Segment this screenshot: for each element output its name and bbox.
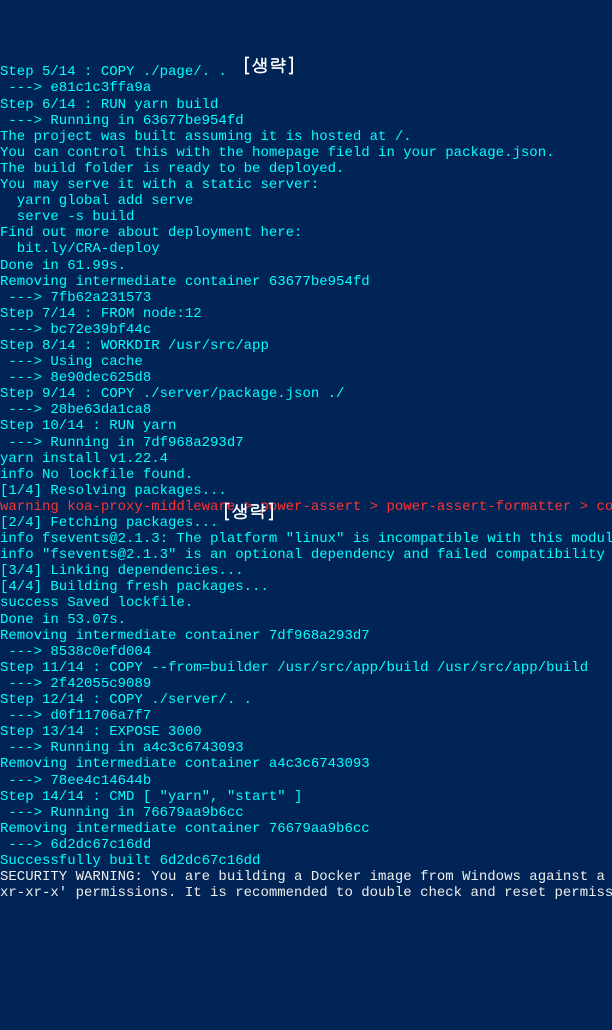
terminal-line: ---> 28be63da1ca8 <box>0 402 612 418</box>
terminal-line: You can control this with the homepage f… <box>0 145 612 161</box>
terminal-line: ---> bc72e39bf44c <box>0 322 612 338</box>
terminal-line: Step 13/14 : EXPOSE 3000 <box>0 724 612 740</box>
terminal-line: success Saved lockfile. <box>0 595 612 611</box>
terminal-line: ---> Using cache <box>0 354 612 370</box>
terminal-line: ---> 6d2dc67c16dd <box>0 837 612 853</box>
terminal-line: ---> Running in 7df968a293d7 <box>0 435 612 451</box>
terminal-line: ---> 2f42055c9089 <box>0 676 612 692</box>
terminal-line: Removing intermediate container 7df968a2… <box>0 628 612 644</box>
terminal-line: SECURITY WARNING: You are building a Doc… <box>0 869 612 885</box>
terminal-line: ---> 8e90dec625d8 <box>0 370 612 386</box>
terminal-line: Successfully built 6d2dc67c16dd <box>0 853 612 869</box>
terminal-line: [1/4] Resolving packages... <box>0 483 612 499</box>
terminal-line: Step 9/14 : COPY ./server/package.json .… <box>0 386 612 402</box>
terminal-line: Step 14/14 : CMD [ "yarn", "start" ] <box>0 789 612 805</box>
terminal-line: ---> Running in a4c3c6743093 <box>0 740 612 756</box>
terminal-line: ---> e81c1c3ffa9a <box>0 80 612 96</box>
terminal-line: ---> Running in 63677be954fd <box>0 113 612 129</box>
terminal-line: xr-xr-x' permissions. It is recommended … <box>0 885 612 901</box>
terminal-line: Step 5/14 : COPY ./page/. . <box>0 64 612 80</box>
terminal-line: The project was built assuming it is hos… <box>0 129 612 145</box>
terminal-line: ---> d0f11706a7f7 <box>0 708 612 724</box>
terminal-line: bit.ly/CRA-deploy <box>0 241 612 257</box>
terminal-line: serve -s build <box>0 209 612 225</box>
terminal-line: warning koa-proxy-middleware > power-ass… <box>0 499 612 515</box>
terminal-line: Step 7/14 : FROM node:12 <box>0 306 612 322</box>
terminal-line: Step 11/14 : COPY --from=builder /usr/sr… <box>0 660 612 676</box>
terminal-output: Step 5/14 : COPY ./page/. . ---> e81c1c3… <box>0 64 612 901</box>
terminal-line: yarn global add serve <box>0 193 612 209</box>
terminal-line: Find out more about deployment here: <box>0 225 612 241</box>
terminal-line: yarn install v1.22.4 <box>0 451 612 467</box>
terminal-line: Done in 53.07s. <box>0 612 612 628</box>
terminal-line: Step 6/14 : RUN yarn build <box>0 97 612 113</box>
terminal-line: ---> 7fb62a231573 <box>0 290 612 306</box>
terminal-line: The build folder is ready to be deployed… <box>0 161 612 177</box>
terminal-line: Step 10/14 : RUN yarn <box>0 418 612 434</box>
terminal-line: info "fsevents@2.1.3" is an optional dep… <box>0 547 612 563</box>
terminal-line: [2/4] Fetching packages... <box>0 515 612 531</box>
terminal-line: ---> Running in 76679aa9b6cc <box>0 805 612 821</box>
terminal-line: Removing intermediate container 63677be9… <box>0 274 612 290</box>
terminal-line: Step 8/14 : WORKDIR /usr/src/app <box>0 338 612 354</box>
terminal-line: Step 12/14 : COPY ./server/. . <box>0 692 612 708</box>
terminal-line: ---> 8538c0efd004 <box>0 644 612 660</box>
terminal-line: info No lockfile found. <box>0 467 612 483</box>
terminal-line: [4/4] Building fresh packages... <box>0 579 612 595</box>
terminal-line: You may serve it with a static server: <box>0 177 612 193</box>
terminal-line: ---> 78ee4c14644b <box>0 773 612 789</box>
terminal-line: Removing intermediate container a4c3c674… <box>0 756 612 772</box>
terminal-line: [3/4] Linking dependencies... <box>0 563 612 579</box>
terminal-line: info fsevents@2.1.3: The platform "linux… <box>0 531 612 547</box>
terminal-line: Removing intermediate container 76679aa9… <box>0 821 612 837</box>
terminal-line: Done in 61.99s. <box>0 258 612 274</box>
